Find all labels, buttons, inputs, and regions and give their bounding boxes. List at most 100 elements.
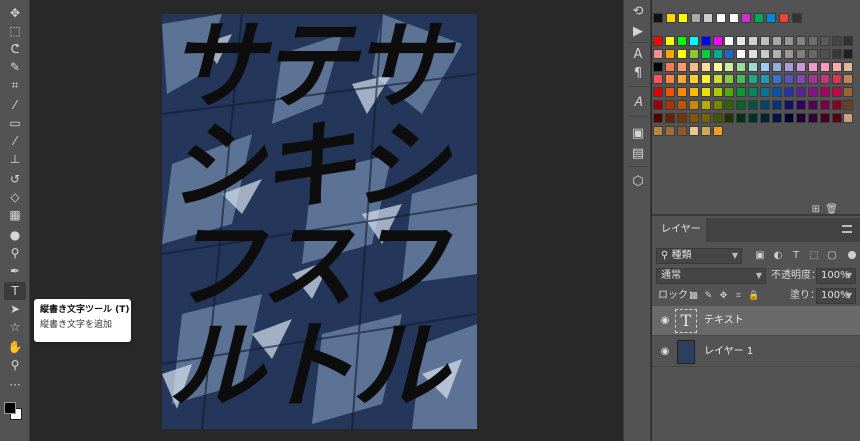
swatch[interactable]	[831, 112, 842, 123]
swatch[interactable]	[783, 87, 794, 98]
swatch[interactable]	[760, 48, 771, 59]
swatch[interactable]	[676, 36, 687, 46]
brush-tool-icon[interactable]: ⁄	[4, 132, 26, 150]
swatch[interactable]	[772, 36, 782, 46]
layer-name[interactable]: レイヤー 1	[704, 345, 753, 359]
swatch[interactable]	[676, 74, 687, 85]
glyphs-panel-icon[interactable]: 𝐴	[630, 95, 646, 111]
tab-layers[interactable]: レイヤー	[652, 218, 706, 242]
swatch[interactable]	[819, 36, 830, 46]
swatch[interactable]	[688, 87, 699, 98]
crop-tool-icon[interactable]: ⌗	[4, 76, 26, 94]
lock-image-icon[interactable]: ✎	[703, 290, 714, 302]
swatch[interactable]	[748, 100, 759, 110]
recent-swatch[interactable]	[690, 13, 701, 23]
swatch[interactable]	[819, 100, 830, 110]
swatch[interactable]	[736, 48, 747, 59]
swatch[interactable]	[748, 61, 759, 72]
swatch[interactable]	[760, 36, 771, 46]
eraser-tool-icon[interactable]: ◇	[4, 188, 26, 206]
swatch[interactable]	[688, 125, 699, 136]
filter-pixel-icon[interactable]: ▣	[754, 249, 766, 263]
swatch[interactable]	[664, 112, 675, 123]
swatch[interactable]	[653, 112, 663, 123]
swatch[interactable]	[736, 87, 747, 98]
swatch[interactable]	[664, 61, 675, 72]
swatch[interactable]	[700, 100, 711, 110]
swatch[interactable]	[772, 112, 782, 123]
eye-icon[interactable]: ◉	[659, 315, 671, 327]
history-brush-tool-icon[interactable]: ↺	[4, 170, 26, 188]
swatch[interactable]	[807, 100, 818, 110]
swatch[interactable]	[688, 48, 699, 59]
swatch[interactable]	[653, 36, 663, 46]
swatch[interactable]	[795, 61, 806, 72]
swatch[interactable]	[843, 36, 854, 46]
lock-transparent-icon[interactable]: ▩	[688, 290, 699, 302]
swatch[interactable]	[783, 74, 794, 85]
swatch[interactable]	[819, 61, 830, 72]
recent-swatch[interactable]	[779, 13, 789, 23]
swatch[interactable]	[676, 87, 687, 98]
swatch[interactable]	[748, 36, 759, 46]
swatch[interactable]	[688, 100, 699, 110]
recent-swatch[interactable]	[703, 13, 714, 23]
swatch[interactable]	[795, 74, 806, 85]
swatch[interactable]	[724, 61, 735, 72]
swatch[interactable]	[700, 74, 711, 85]
swatch[interactable]	[664, 100, 675, 110]
swatch[interactable]	[831, 74, 842, 85]
new-swatch-icon[interactable]: ⊞	[812, 204, 820, 215]
swatch[interactable]	[843, 100, 854, 110]
swatch[interactable]	[748, 74, 759, 85]
foreground-color-swatch[interactable]	[4, 402, 16, 414]
recent-swatch[interactable]	[728, 13, 739, 23]
swatch[interactable]	[676, 100, 687, 110]
quick-select-tool-icon[interactable]: ✎	[4, 58, 26, 76]
type-tool-icon[interactable]: T	[4, 282, 26, 300]
eye-icon[interactable]: ◉	[659, 346, 671, 358]
layer-name[interactable]: テキスト	[704, 314, 744, 328]
swatch[interactable]	[712, 74, 723, 85]
recent-swatch[interactable]	[753, 13, 764, 23]
gradient-tool-icon[interactable]: ▦	[4, 206, 26, 224]
swatch[interactable]	[795, 112, 806, 123]
swatch[interactable]	[783, 48, 794, 59]
swatch[interactable]	[664, 87, 675, 98]
swatch[interactable]	[676, 61, 687, 72]
swatch[interactable]	[664, 74, 675, 85]
swatch[interactable]	[772, 74, 782, 85]
swatch[interactable]	[653, 87, 663, 98]
swatch[interactable]	[760, 74, 771, 85]
swatch[interactable]	[688, 36, 699, 46]
swatch[interactable]	[843, 87, 854, 98]
recent-swatch[interactable]	[766, 13, 777, 23]
swatch[interactable]	[783, 61, 794, 72]
swatch[interactable]	[795, 36, 806, 46]
swatch[interactable]	[795, 100, 806, 110]
opacity-input[interactable]: 100% ▼	[816, 268, 856, 284]
canvas-area[interactable]: サテサ シキシ フスフ ルトル	[31, 0, 623, 441]
clone-stamp-tool-icon[interactable]: ⊥	[4, 150, 26, 168]
swatch[interactable]	[688, 112, 699, 123]
swatch[interactable]	[653, 74, 663, 85]
healing-brush-tool-icon[interactable]: ▭	[4, 114, 26, 132]
delete-swatch-icon[interactable]: 🗑	[825, 204, 838, 215]
recent-swatch[interactable]	[678, 13, 689, 23]
history-panel-icon[interactable]: ⟲	[630, 4, 646, 20]
shape-tool-icon[interactable]: ☆	[4, 318, 26, 336]
swatch[interactable]	[700, 48, 711, 59]
swatch[interactable]	[760, 100, 771, 110]
swatch[interactable]	[700, 112, 711, 123]
swatch[interactable]	[760, 87, 771, 98]
document-canvas[interactable]: サテサ シキシ フスフ ルトル	[162, 14, 477, 429]
swatch[interactable]	[772, 61, 782, 72]
swatch[interactable]	[700, 61, 711, 72]
swatch[interactable]	[712, 48, 723, 59]
swatch[interactable]	[783, 100, 794, 110]
swatch[interactable]	[831, 61, 842, 72]
swatch[interactable]	[795, 87, 806, 98]
swatch[interactable]	[712, 100, 723, 110]
swatch[interactable]	[819, 112, 830, 123]
swatch[interactable]	[807, 112, 818, 123]
